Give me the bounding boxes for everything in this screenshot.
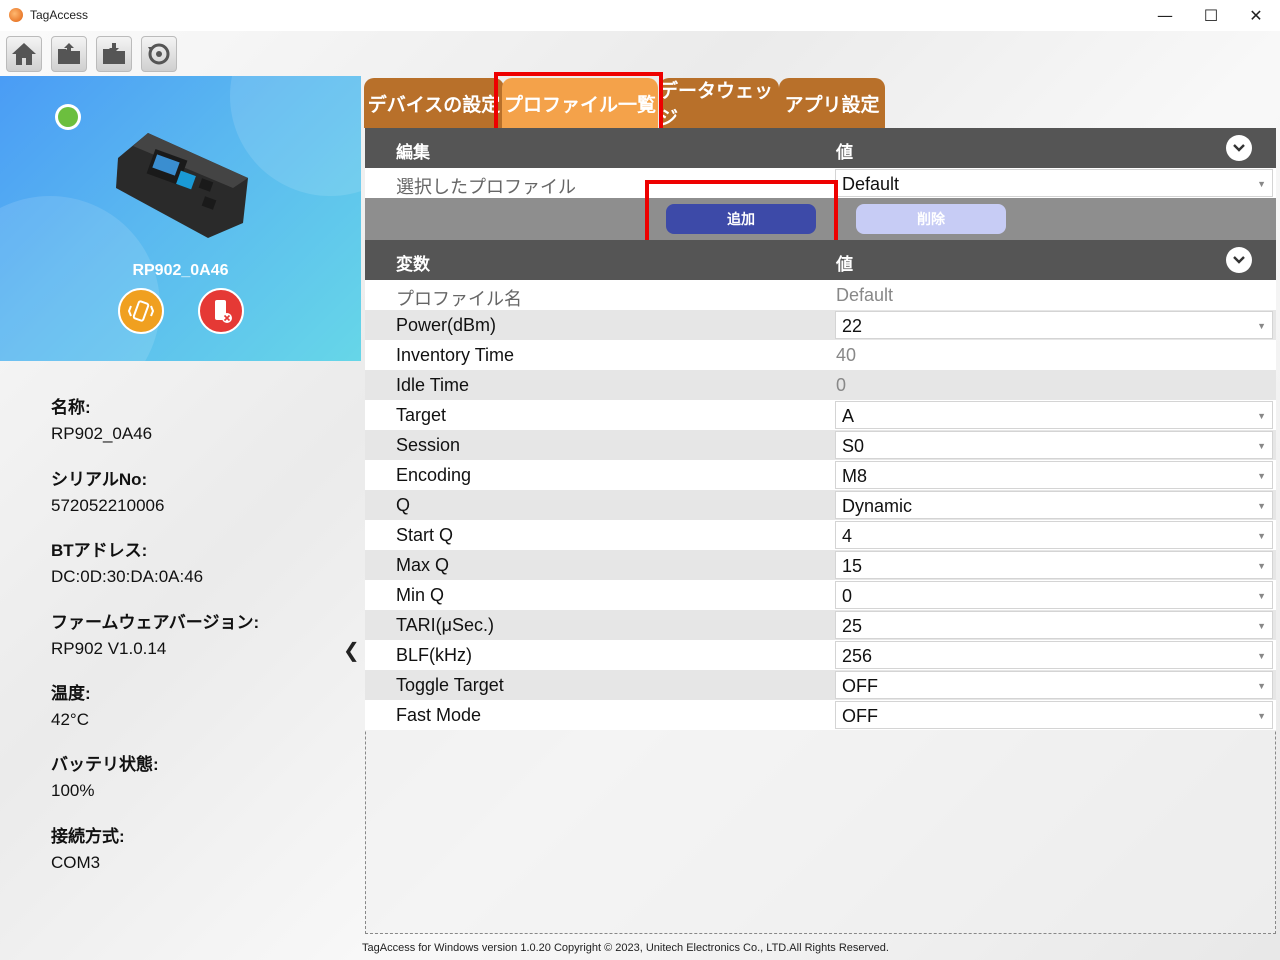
target-select[interactable]: A ▼ — [835, 401, 1273, 429]
q-select[interactable]: Dynamic ▼ — [835, 491, 1273, 519]
start-q-select[interactable]: 4 ▼ — [835, 521, 1273, 549]
dropdown-caret-icon: ▼ — [1257, 711, 1266, 721]
fast-mode-select[interactable]: OFF ▼ — [835, 701, 1273, 729]
info-connection-type: 接続方式: COM3 — [51, 827, 125, 872]
variable-value-column-header: 値 — [836, 255, 853, 275]
dropdown-caret-icon: ▼ — [1257, 411, 1266, 421]
table-row: プロファイル名 Default — [365, 280, 1276, 310]
dropdown-caret-icon: ▼ — [1257, 681, 1266, 691]
info-serial: シリアルNo: 572052210006 — [51, 470, 165, 515]
dropdown-caret-icon: ▼ — [1257, 561, 1266, 571]
close-button[interactable]: ✕ — [1233, 0, 1279, 31]
connection-status-indicator — [55, 104, 81, 130]
blf-select[interactable]: 256 ▼ — [835, 641, 1273, 669]
window-title: TagAccess — [30, 8, 89, 22]
tab-data-wedge[interactable]: データウェッジ — [659, 78, 779, 129]
table-row: Fast Mode OFF ▼ — [365, 700, 1276, 730]
idle-time-input[interactable]: 0 — [836, 375, 846, 396]
delete-profile-button[interactable]: 削除 — [856, 204, 1006, 234]
table-row: Target A ▼ — [365, 400, 1276, 430]
reset-button[interactable] — [141, 36, 177, 72]
open-folder-icon — [58, 43, 80, 64]
dropdown-caret-icon: ▼ — [1257, 621, 1266, 631]
variables-section-header: 変数 値 — [365, 240, 1276, 280]
minimize-button[interactable]: — — [1142, 0, 1188, 31]
selected-profile-select[interactable]: Default ▼ — [835, 169, 1273, 197]
info-battery: バッテリ状態: 100% — [51, 755, 159, 800]
app-icon — [9, 8, 23, 22]
save-profile-button[interactable] — [96, 36, 132, 72]
open-profile-button[interactable] — [51, 36, 87, 72]
table-row: Idle Time 0 — [365, 370, 1276, 400]
dropdown-caret-icon: ▼ — [1257, 321, 1266, 331]
tab-device-settings[interactable]: デバイスの設定 — [364, 78, 504, 128]
encoding-select[interactable]: M8 ▼ — [835, 461, 1273, 489]
table-row: TARI(μSec.) 25 ▼ — [365, 610, 1276, 640]
edit-section-header: 編集 値 — [365, 128, 1276, 168]
disconnect-icon — [215, 300, 232, 323]
dropdown-caret-icon: ▼ — [1257, 179, 1266, 189]
copyright-footer: TagAccess for Windows version 1.0.20 Cop… — [362, 942, 889, 954]
device-image-icon — [116, 133, 248, 238]
dropdown-caret-icon: ▼ — [1257, 441, 1266, 451]
power-select[interactable]: 22 ▼ — [835, 311, 1273, 339]
session-select[interactable]: S0 ▼ — [835, 431, 1273, 459]
dropdown-caret-icon: ▼ — [1257, 651, 1266, 661]
chevron-down-icon — [1233, 256, 1245, 264]
max-q-select[interactable]: 15 ▼ — [835, 551, 1273, 579]
variables-section-toggle[interactable] — [1226, 247, 1252, 273]
value-column-header: 値 — [836, 143, 853, 163]
home-button[interactable] — [6, 36, 42, 72]
edit-column-header: 編集 — [396, 143, 430, 163]
home-icon — [12, 43, 36, 65]
tari-select[interactable]: 25 ▼ — [835, 611, 1273, 639]
vibrate-icon — [127, 300, 155, 322]
variable-column-header: 変数 — [396, 255, 430, 275]
info-temperature: 温度: 42°C — [51, 684, 91, 729]
device-name: RP902_0A46 — [132, 262, 229, 279]
disconnect-button[interactable] — [198, 288, 244, 334]
table-row: Min Q 0 ▼ — [365, 580, 1276, 610]
table-row: Inventory Time 40 — [365, 340, 1276, 370]
edit-section-toggle[interactable] — [1226, 135, 1252, 161]
info-name: 名称: RP902_0A46 — [51, 398, 153, 443]
save-folder-icon — [103, 43, 125, 64]
table-row: Power(dBm) 22 ▼ — [365, 310, 1276, 340]
inventory-time-input[interactable]: 40 — [836, 345, 856, 366]
dropdown-caret-icon: ▼ — [1257, 501, 1266, 511]
dropdown-caret-icon: ▼ — [1257, 531, 1266, 541]
selected-profile-label: 選択したプロファイル — [396, 177, 576, 197]
table-row: BLF(kHz) 256 ▼ — [365, 640, 1276, 670]
toggle-target-select[interactable]: OFF ▼ — [835, 671, 1273, 699]
min-q-select[interactable]: 0 ▼ — [835, 581, 1273, 609]
table-row: Q Dynamic ▼ — [365, 490, 1276, 520]
table-row: Toggle Target OFF ▼ — [365, 670, 1276, 700]
tab-app-settings[interactable]: アプリ設定 — [779, 78, 885, 128]
info-bt-address: BTアドレス: DC:0D:30:DA:0A:46 — [51, 541, 204, 586]
table-row: Encoding M8 ▼ — [365, 460, 1276, 490]
collapse-panel-chevron-icon[interactable]: ❮ — [343, 638, 360, 662]
title-bar: TagAccess — ☐ ✕ — [0, 0, 1280, 31]
info-firmware: ファームウェアバージョン: RP902 V1.0.14 — [51, 613, 260, 658]
table-row: Start Q 4 ▼ — [365, 520, 1276, 550]
table-row: Session S0 ▼ — [365, 430, 1276, 460]
dropdown-caret-icon: ▼ — [1257, 471, 1266, 481]
maximize-button[interactable]: ☐ — [1188, 0, 1234, 31]
table-row: Max Q 15 ▼ — [365, 550, 1276, 580]
dropdown-caret-icon: ▼ — [1257, 591, 1266, 601]
vibrate-button[interactable] — [118, 288, 164, 334]
reset-icon — [148, 43, 170, 65]
chevron-down-icon — [1233, 144, 1245, 152]
